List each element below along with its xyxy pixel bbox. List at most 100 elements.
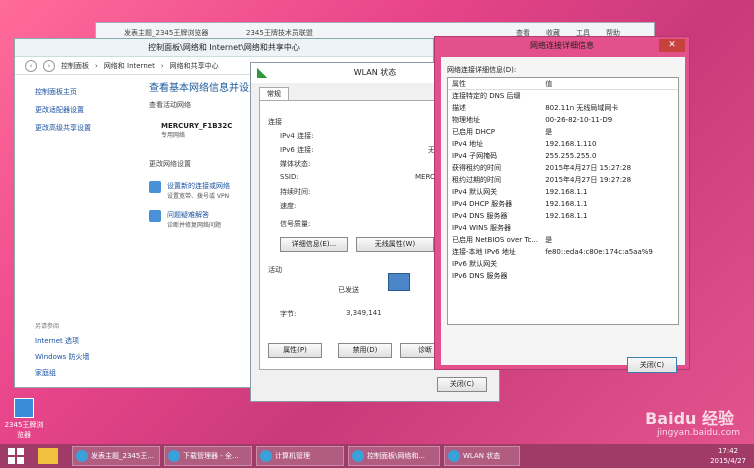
duration-label: 持续时间:	[280, 188, 311, 196]
details-row[interactable]: 描述 802.11n 无线局域网卡	[448, 102, 678, 114]
breadcrumb-2[interactable]: 网络和 Internet	[104, 61, 155, 71]
details-value: 是	[545, 128, 553, 136]
see-also-homegroup[interactable]: 家庭组	[35, 368, 145, 378]
details-value	[541, 90, 678, 102]
details-value: fe80::eda4:c80e:174c:a5aa%9	[545, 248, 653, 256]
sidebar-link-adapter[interactable]: 更改适配器设置	[35, 105, 145, 115]
details-list[interactable]: 属性 值 连接特定的 DNS 后缀 描述 802.11n 无线局域网卡物理地址 00-…	[447, 77, 679, 325]
details-value	[541, 222, 678, 234]
details-row[interactable]: IPv4 地址 192.168.1.110	[448, 138, 678, 150]
window-title: 控制面板\网络和 Internet\网络和共享中心	[15, 39, 433, 57]
details-value: 00-26-82-10-11-D9	[545, 116, 613, 124]
details-button[interactable]: 详细信息(E)...	[280, 237, 348, 252]
details-row[interactable]: 连接-本地 IPv6 地址 fe80::eda4:c80e:174c:a5aa%9	[448, 246, 678, 258]
see-also-firewall[interactable]: Windows 防火墙	[35, 352, 145, 362]
watermark-brand: Baidu 经验	[645, 409, 734, 428]
taskbar-item-download[interactable]: 下载管理器 - 全...	[164, 446, 252, 466]
details-title: 网络连接详细信息	[530, 41, 594, 50]
connection-section-label: 连接	[268, 118, 282, 126]
troubleshoot-link[interactable]: 问题疑难解答	[167, 210, 221, 220]
media-state-label: 媒体状态:	[280, 160, 311, 168]
browser-tab-1[interactable]: 发表主题_2345王牌浏览器	[124, 28, 208, 38]
close-icon[interactable]: ✕	[659, 39, 685, 52]
setup-connection-link[interactable]: 设置新的连接或网络	[167, 181, 230, 191]
network-name: MERCURY_F1B32C	[161, 122, 233, 130]
sidebar-link-sharing[interactable]: 更改高级共享设置	[35, 123, 145, 133]
network-setup-icon	[149, 181, 161, 193]
details-property: IPv4 DHCP 服务器	[452, 200, 513, 208]
activity-section-label: 活动	[268, 266, 282, 274]
disable-button[interactable]: 禁用(D)	[338, 343, 392, 358]
details-row[interactable]: 已启用 DHCP 是	[448, 126, 678, 138]
details-row[interactable]: 物理地址 00-26-82-10-11-D9	[448, 114, 678, 126]
tab-general[interactable]: 常规	[259, 87, 289, 101]
signal-quality-label: 信号质量:	[280, 220, 311, 228]
details-row[interactable]: 已启用 NetBIOS over Tc... 是	[448, 234, 678, 246]
details-property: 物理地址	[452, 116, 480, 124]
see-also-internet-options[interactable]: Internet 选项	[35, 336, 145, 346]
clock[interactable]: 17:42 2015/4/27	[710, 446, 746, 466]
see-also-header: 另请参阅	[35, 323, 60, 330]
watermark-url: jingyan.baidu.com	[656, 428, 740, 438]
forward-icon[interactable]: ›	[43, 59, 55, 72]
details-close-button[interactable]: 关闭(C)	[627, 357, 677, 373]
column-value[interactable]: 值	[541, 78, 678, 89]
ipv4-connectivity-label: IPv4 连接:	[280, 132, 314, 140]
details-row[interactable]: 租约过期的时间 2015年4月27日 19:27:28	[448, 174, 678, 186]
details-row[interactable]: IPv4 DNS 服务器 192.168.1.1	[448, 210, 678, 222]
troubleshoot-item[interactable]: 问题疑难解答 诊断并修复网络问题	[149, 210, 259, 229]
dialog-title-text: WLAN 状态	[353, 68, 397, 77]
clock-time: 17:42	[717, 447, 739, 455]
clock-date: 2015/4/27	[710, 457, 746, 465]
details-property: IPv4 默认网关	[452, 188, 498, 196]
details-value: 192.168.1.110	[545, 140, 597, 148]
details-property: 获得租约的时间	[452, 164, 501, 172]
details-row[interactable]: IPv4 DHCP 服务器 192.168.1.1	[448, 198, 678, 210]
browser-icon	[14, 398, 34, 418]
details-value: 2015年4月27日 19:27:28	[545, 176, 632, 184]
browser-tab-2[interactable]: 2345王牌技术员联盟	[246, 28, 313, 38]
details-value: 是	[545, 236, 553, 244]
details-value: 192.168.1.1	[545, 212, 588, 220]
wireless-properties-button[interactable]: 无线属性(W)	[356, 237, 434, 252]
details-property: 已启用 NetBIOS over Tc...	[452, 236, 539, 244]
details-row[interactable]: IPv4 默认网关 192.168.1.1	[448, 186, 678, 198]
sent-label: 已发送	[338, 286, 359, 294]
details-property: 连接-本地 IPv6 地址	[452, 248, 516, 256]
chevron-icon: ›	[160, 61, 164, 70]
active-network-label: 查看活动网络	[149, 101, 191, 109]
close-button[interactable]: 关闭(C)	[437, 377, 487, 392]
ssid-value: MERC	[415, 173, 435, 181]
setup-connection-item[interactable]: 设置新的连接或网络 设置宽带、拨号或 VPN	[149, 181, 259, 200]
breadcrumb-1[interactable]: 控制面板	[61, 61, 89, 71]
details-body: 网络连接详细信息(D): 属性 值 连接特定的 DNS 后缀 描述 802.11n …	[441, 57, 685, 373]
details-value: 255.255.255.0	[545, 152, 597, 160]
taskbar-item-control-panel[interactable]: 控制面板\网络和...	[348, 446, 440, 466]
back-icon[interactable]: ‹	[25, 59, 37, 72]
taskbar-item-browser[interactable]: 发表主题_2345王...	[72, 446, 160, 466]
details-row[interactable]: IPv4 WINS 服务器	[448, 222, 678, 234]
details-row[interactable]: IPv4 子网掩码 255.255.255.0	[448, 150, 678, 162]
setup-connection-desc: 设置宽带、拨号或 VPN	[167, 193, 230, 200]
sidebar-link-home[interactable]: 控制面板主页	[35, 87, 145, 97]
start-icon[interactable]	[8, 448, 24, 464]
details-row[interactable]: 连接特定的 DNS 后缀	[448, 90, 678, 102]
taskbar-item-wlan[interactable]: WLAN 状态	[444, 446, 520, 466]
details-property: 已启用 DHCP	[452, 128, 495, 136]
details-value	[541, 258, 678, 270]
file-explorer-icon[interactable]	[38, 448, 58, 464]
breadcrumb-3[interactable]: 网络和共享中心	[170, 61, 219, 71]
column-property[interactable]: 属性	[448, 78, 541, 89]
details-row[interactable]: IPv6 默认网关	[448, 258, 678, 270]
page-title: 查看基本网络信息并设置	[149, 83, 259, 94]
details-property: IPv4 DNS 服务器	[452, 212, 508, 220]
details-property: IPv4 子网掩码	[452, 152, 498, 160]
details-row[interactable]: 获得租约的时间 2015年4月27日 15:27:28	[448, 162, 678, 174]
taskbar-item-computer-mgmt[interactable]: 计算机管理	[256, 446, 344, 466]
desktop-browser-icon[interactable]: 2345王牌浏览器	[4, 398, 44, 440]
ipv6-connectivity-label: IPv6 连接:	[280, 146, 314, 154]
bytes-label: 字节:	[280, 310, 297, 318]
details-value: 802.11n 无线局域网卡	[545, 104, 619, 112]
details-row[interactable]: IPv6 DNS 服务器	[448, 270, 678, 282]
properties-button[interactable]: 属性(P)	[268, 343, 322, 358]
